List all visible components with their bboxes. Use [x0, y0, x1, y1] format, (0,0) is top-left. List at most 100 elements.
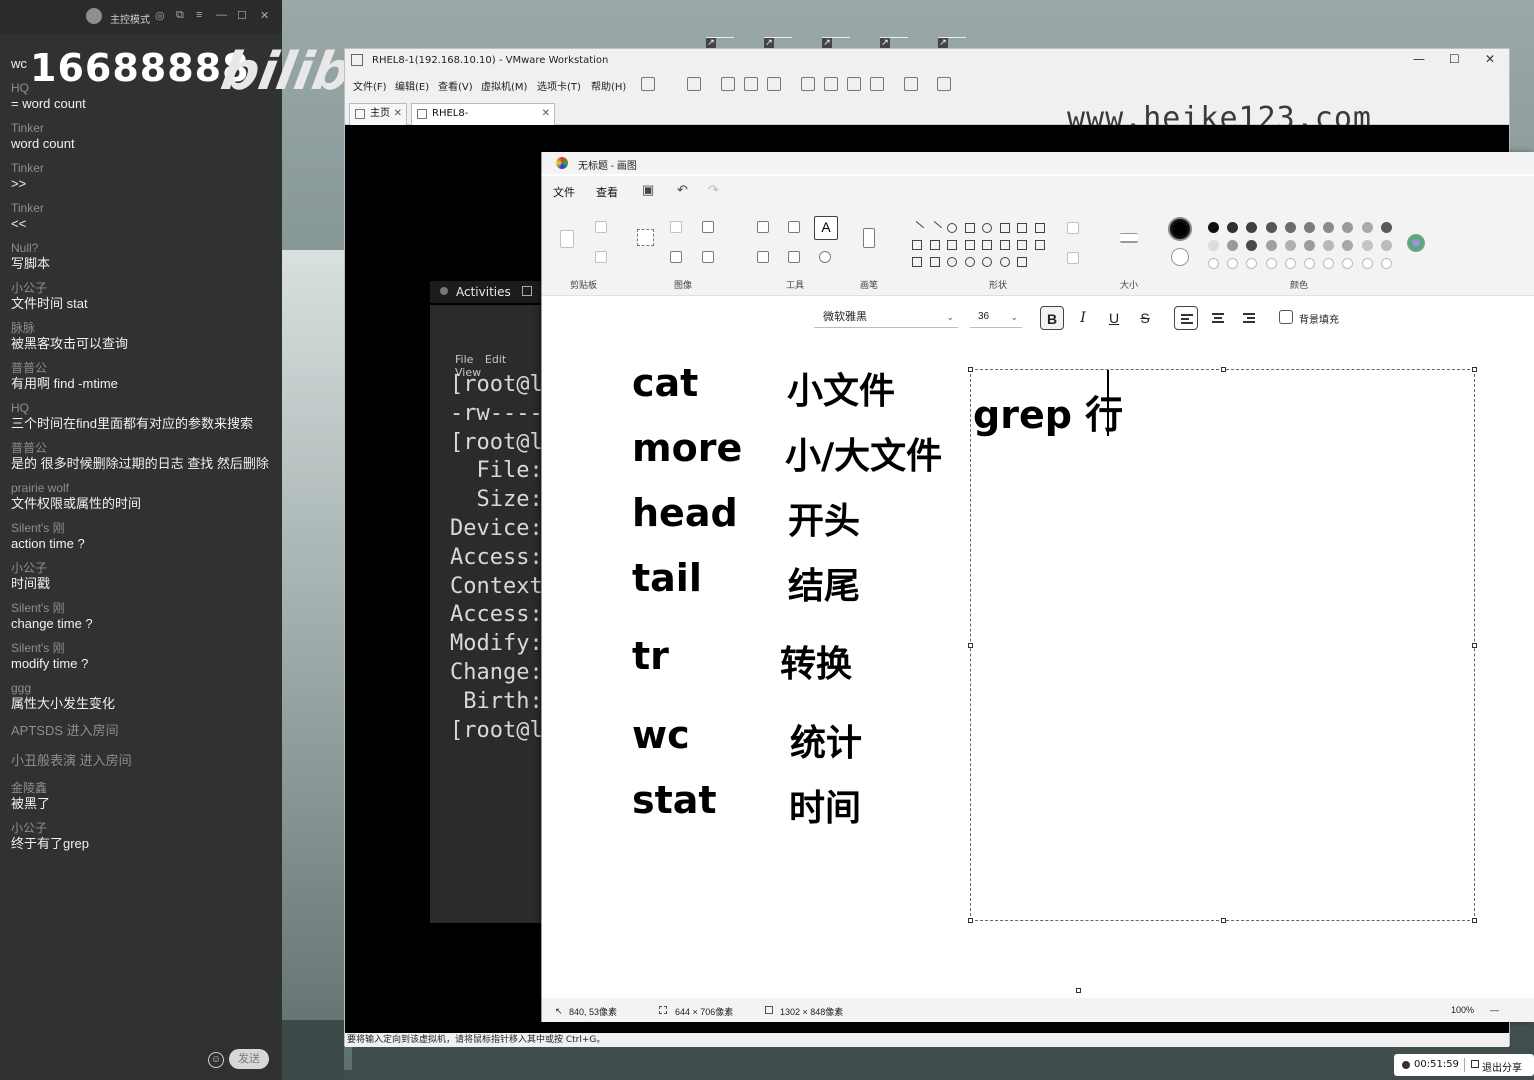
activities-button[interactable]: Activities: [456, 285, 511, 299]
tab-home[interactable]: 主页 ✕: [349, 103, 407, 125]
close-icon[interactable]: ✕: [542, 104, 550, 124]
edit-colors-icon[interactable]: [1407, 234, 1425, 252]
left-arrow-shape-icon[interactable]: [982, 240, 992, 250]
align-center-button[interactable]: [1206, 306, 1230, 330]
resize-handle[interactable]: [1472, 918, 1477, 923]
menu-file[interactable]: 文件(F): [353, 78, 387, 93]
emoji-icon[interactable]: ☺: [208, 1052, 224, 1068]
lightning-shape-icon[interactable]: [1017, 257, 1027, 267]
library-icon[interactable]: [801, 77, 815, 91]
menu-file[interactable]: 文件: [553, 184, 575, 200]
brush-icon[interactable]: [863, 228, 875, 248]
resize-handle[interactable]: [1472, 643, 1477, 648]
line-shape-icon[interactable]: [909, 220, 925, 236]
background-fill-checkbox[interactable]: [1279, 310, 1293, 324]
palette-swatch[interactable]: [1284, 240, 1296, 251]
palette-empty-swatch[interactable]: [1284, 258, 1296, 269]
pause-icon[interactable]: [641, 77, 655, 91]
palette-swatch[interactable]: [1380, 240, 1392, 251]
terminal-window[interactable]: File Edit View [root@l -rw---- [root@l Fil…: [430, 305, 550, 923]
fullscreen-icon[interactable]: [847, 77, 861, 91]
palette-swatch[interactable]: [1208, 222, 1219, 233]
unity-icon[interactable]: [870, 77, 884, 91]
terminal-menu-edit[interactable]: Edit: [485, 353, 506, 366]
palette-swatch[interactable]: [1361, 240, 1373, 251]
resize-handle[interactable]: [1221, 367, 1226, 372]
stretch-icon[interactable]: [937, 77, 951, 91]
resize-handle[interactable]: [968, 918, 973, 923]
palette-swatch[interactable]: [1361, 222, 1373, 233]
six-point-star-shape-icon[interactable]: [929, 257, 940, 267]
palette-swatch[interactable]: [1284, 222, 1296, 233]
fill-icon[interactable]: [788, 221, 800, 233]
line-size-icon[interactable]: [1120, 233, 1138, 243]
floating-window-thumb[interactable]: ↗: [880, 16, 908, 48]
settings-icon[interactable]: ◎: [155, 9, 165, 22]
flip-icon[interactable]: [702, 251, 714, 263]
terminal-menu-file[interactable]: File: [455, 353, 473, 366]
palette-empty-swatch[interactable]: [1323, 258, 1335, 269]
menu-edit[interactable]: 编辑(E): [395, 78, 429, 93]
minimize-icon[interactable]: —: [216, 9, 227, 21]
pentagon-shape-icon[interactable]: [929, 240, 940, 250]
align-right-button[interactable]: [1237, 306, 1261, 330]
cloud-callout-shape-icon[interactable]: [982, 257, 992, 267]
rectangle-shape-icon[interactable]: [964, 223, 975, 233]
shape-fill-icon[interactable]: [1067, 252, 1079, 264]
maximize-icon[interactable]: ☐: [237, 9, 247, 22]
close-icon[interactable]: ✕: [260, 9, 269, 22]
secondary-color[interactable]: [1171, 248, 1189, 266]
underline-button[interactable]: U: [1102, 306, 1126, 330]
palette-swatch[interactable]: [1342, 240, 1354, 251]
palette-empty-swatch[interactable]: [1265, 258, 1277, 269]
triangle-shape-icon[interactable]: [1017, 223, 1027, 233]
send-button[interactable]: 发送: [229, 1049, 269, 1069]
palette-swatch[interactable]: [1246, 222, 1258, 233]
palette-empty-swatch[interactable]: [1361, 258, 1373, 269]
oval-shape-icon[interactable]: [947, 223, 957, 233]
palette-swatch[interactable]: [1265, 240, 1277, 251]
menu-vm[interactable]: 虚拟机(M): [481, 78, 527, 93]
color-picker-icon[interactable]: [788, 251, 800, 263]
font-size-select[interactable]: 36 ⌄: [970, 308, 1022, 328]
undo-icon[interactable]: ↶: [677, 182, 688, 198]
palette-swatch[interactable]: [1304, 240, 1315, 251]
tab-vm[interactable]: RHEL8-1(192.168.10.10) ✕: [411, 103, 555, 139]
palette-swatch[interactable]: [1227, 240, 1239, 251]
palette-swatch[interactable]: [1265, 222, 1277, 233]
bold-button[interactable]: B: [1040, 306, 1064, 330]
rounded-callout-shape-icon[interactable]: [947, 257, 957, 267]
floating-window-thumb[interactable]: ↗: [822, 16, 850, 48]
paste-icon[interactable]: [560, 230, 574, 248]
diamond-shape-icon[interactable]: [912, 240, 922, 250]
resize-handle[interactable]: [968, 643, 973, 648]
palette-swatch[interactable]: [1304, 222, 1315, 233]
oval-callout-shape-icon[interactable]: [964, 257, 975, 267]
eraser-icon[interactable]: [757, 251, 769, 263]
five-point-star-shape-icon[interactable]: [912, 257, 922, 267]
floating-window-thumb[interactable]: ↗: [706, 16, 734, 48]
four-point-star-shape-icon[interactable]: [1034, 240, 1045, 250]
palette-empty-swatch[interactable]: [1342, 258, 1354, 269]
strikethrough-button[interactable]: S: [1133, 306, 1157, 330]
snapshot-manager-icon[interactable]: [767, 77, 781, 91]
right-arrow-shape-icon[interactable]: [964, 240, 975, 250]
palette-swatch[interactable]: [1380, 222, 1392, 233]
close-icon[interactable]: ✕: [394, 104, 402, 124]
magnifier-icon[interactable]: [819, 251, 831, 263]
zoom-out-icon[interactable]: —: [1490, 1005, 1499, 1015]
right-triangle-shape-icon[interactable]: [1034, 223, 1045, 233]
palette-swatch[interactable]: [1227, 222, 1239, 233]
floating-window-thumb[interactable]: ↗: [938, 16, 966, 48]
primary-color[interactable]: [1168, 217, 1192, 241]
rounded-rectangle-shape-icon[interactable]: [982, 223, 992, 233]
palette-empty-swatch[interactable]: [1227, 258, 1239, 269]
resize-handle[interactable]: [968, 367, 973, 372]
copy-icon[interactable]: [595, 251, 607, 263]
popout-icon[interactable]: ⧉: [176, 9, 184, 22]
palette-empty-swatch[interactable]: [1246, 258, 1258, 269]
palette-empty-swatch[interactable]: [1208, 258, 1219, 269]
palette-swatch[interactable]: [1323, 240, 1335, 251]
minimize-icon[interactable]: —: [1413, 52, 1425, 66]
outline-icon[interactable]: [1067, 222, 1079, 234]
